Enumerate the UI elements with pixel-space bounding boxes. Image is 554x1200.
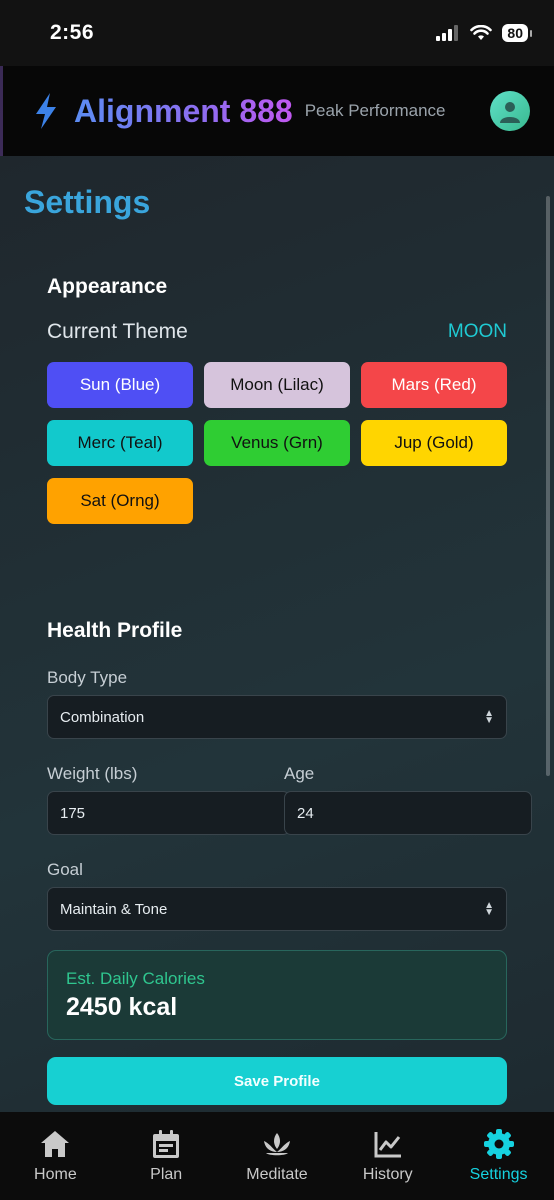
current-theme-row: Current Theme MOON (47, 320, 507, 344)
current-theme-value: MOON (447, 321, 507, 342)
app-subtitle: Peak Performance (304, 101, 446, 120)
nav-label-plan: Plan (150, 1166, 183, 1183)
scrollbar[interactable] (546, 196, 550, 776)
theme-button-sun[interactable]: Sun (Blue) (47, 362, 193, 408)
age-label: Age (284, 764, 315, 783)
home-icon (41, 1131, 70, 1157)
nav-label-settings: Settings (469, 1166, 528, 1183)
weight-value: 175 (60, 804, 86, 822)
nav-item-plan[interactable]: Plan (111, 1112, 222, 1200)
nav-item-home[interactable]: Home (0, 1112, 111, 1200)
nav-item-meditate[interactable]: Meditate (222, 1112, 333, 1200)
avatar[interactable] (490, 91, 530, 131)
theme-button-venus[interactable]: Venus (Grn) (204, 420, 350, 466)
age-input[interactable]: 24 (284, 791, 532, 835)
theme-button-mercury[interactable]: Merc (Teal) (47, 420, 193, 466)
weight-input[interactable]: 175 (47, 791, 290, 835)
nav-label-meditate: Meditate (246, 1166, 308, 1183)
lightning-icon (36, 93, 56, 129)
app-title: Alignment 888 (74, 92, 293, 129)
calories-label: Est. Daily Calories (66, 969, 205, 988)
age-value: 24 (297, 804, 314, 822)
goal-label: Goal (47, 860, 83, 879)
lotus-icon (263, 1133, 290, 1156)
weight-label: Weight (lbs) (47, 764, 138, 783)
calories-value: 2450 kcal (66, 993, 178, 1021)
signal-icon (436, 25, 459, 41)
body-type-select[interactable]: Combination ▲ ▼ (47, 695, 507, 739)
page-title: Settings (24, 184, 151, 220)
app-header: Alignment 888 Peak Performance (0, 66, 554, 156)
gear-icon (483, 1129, 514, 1159)
status-time: 2:56 (50, 21, 95, 44)
bottom-nav: Home Plan Meditate History Settings (0, 1112, 554, 1200)
status-icons: 80 (436, 24, 532, 42)
theme-button-jupiter[interactable]: Jup (Gold) (361, 420, 507, 466)
chevron-updown-icon: ▲ ▼ (484, 708, 494, 726)
goal-value: Maintain & Tone (60, 900, 168, 918)
user-icon (500, 102, 520, 123)
health-profile-title: Health Profile (47, 619, 183, 642)
status-bar: 2:56 80 (0, 0, 554, 66)
nav-item-settings[interactable]: Settings (443, 1112, 554, 1200)
theme-grid: Sun (Blue) Moon (Lilac) Mars (Red) Merc … (47, 362, 508, 524)
calories-card: Est. Daily Calories 2450 kcal (47, 950, 507, 1040)
settings-content[interactable]: Settings Appearance Current Theme MOON S… (0, 156, 554, 1112)
current-theme-label: Current Theme (47, 320, 188, 343)
nav-item-history[interactable]: History (332, 1112, 443, 1200)
chart-icon (374, 1132, 401, 1158)
appearance-title: Appearance (47, 275, 168, 298)
calendar-icon (153, 1130, 180, 1158)
theme-button-moon[interactable]: Moon (Lilac) (204, 362, 350, 408)
save-profile-button[interactable]: Save Profile (47, 1057, 507, 1105)
wifi-icon (470, 25, 493, 40)
nav-label-history: History (362, 1166, 413, 1183)
chevron-updown-icon: ▲ ▼ (484, 900, 494, 918)
nav-label-home: Home (34, 1166, 77, 1183)
goal-select[interactable]: Maintain & Tone ▲ ▼ (47, 887, 507, 931)
battery-indicator: 80 (502, 24, 532, 42)
theme-button-saturn[interactable]: Sat (Orng) (47, 478, 193, 524)
body-type-value: Combination (60, 708, 145, 726)
body-type-label: Body Type (47, 668, 128, 687)
theme-button-mars[interactable]: Mars (Red) (361, 362, 507, 408)
